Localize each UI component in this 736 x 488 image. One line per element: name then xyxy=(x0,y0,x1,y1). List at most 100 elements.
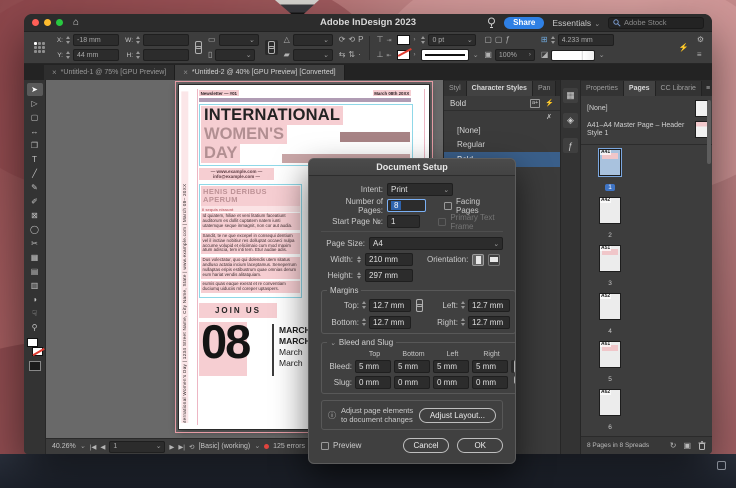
frame-tool[interactable]: ⊠ xyxy=(27,209,43,222)
panel-menu-icon[interactable]: ≡ xyxy=(697,50,702,60)
flip-vertical-icon[interactable]: ⇅ xyxy=(348,50,355,60)
delete-page-icon[interactable] xyxy=(698,441,706,450)
close-button[interactable] xyxy=(32,19,39,26)
width-field[interactable]: 210 mm xyxy=(365,253,413,266)
slug-unlink-icon[interactable] xyxy=(514,376,516,389)
minimize-button[interactable] xyxy=(44,19,51,26)
rotation-angle-field[interactable] xyxy=(293,34,333,46)
stroke-weight-stepper[interactable] xyxy=(421,36,425,44)
gradient-feather-tool[interactable]: ▥ xyxy=(27,279,43,292)
bleed-right-field[interactable]: 5 mm xyxy=(472,360,508,373)
free-transform-tool[interactable]: ▦ xyxy=(27,251,43,264)
margin-top-field[interactable]: 12.7 mm xyxy=(369,299,411,312)
collapse-chevron-icon[interactable] xyxy=(330,338,336,347)
page-item-6[interactable]: A626 xyxy=(597,389,623,434)
style-override-icon[interactable]: a+ xyxy=(530,99,540,108)
color-theme-panel-icon[interactable]: ◈ xyxy=(563,113,578,128)
page-item-5[interactable]: A615 xyxy=(597,341,623,386)
pencil-tool[interactable]: ✐ xyxy=(27,195,43,208)
fill-swatch[interactable] xyxy=(397,35,410,45)
hand-tool[interactable]: ☟ xyxy=(27,307,43,320)
shear-angle-field[interactable] xyxy=(293,49,333,61)
slug-left-field[interactable]: 0 mm xyxy=(433,376,469,389)
margin-top-stepper[interactable] xyxy=(362,301,366,309)
margins-link-icon[interactable] xyxy=(416,299,423,312)
tab-pantone[interactable]: Pan xyxy=(533,81,556,96)
clear-override-icon[interactable]: ✗ xyxy=(546,113,552,121)
margin-bottom-field[interactable]: 12.7 mm xyxy=(369,316,411,329)
paragraph-icon[interactable]: P xyxy=(358,35,363,45)
panel-menu-icon[interactable]: ≡ xyxy=(706,85,710,92)
page-item-3[interactable]: A513 xyxy=(597,245,623,290)
stroke-style-field[interactable] xyxy=(421,49,469,61)
margin-bottom-stepper[interactable] xyxy=(362,318,366,326)
tab-untitled-1[interactable]: ×*Untitled-1 @ 75% [GPU Preview] xyxy=(44,65,175,80)
bleed-bottom-field[interactable]: 5 mm xyxy=(394,360,430,373)
gap-tool[interactable]: ↔ xyxy=(27,125,43,138)
last-page-button[interactable]: ▶| xyxy=(178,443,185,451)
bleed-top-field[interactable]: 5 mm xyxy=(355,360,391,373)
scale-y-field[interactable] xyxy=(215,49,255,61)
start-page-field[interactable]: 1 xyxy=(387,215,420,228)
color-theme-tool[interactable]: ◑ xyxy=(27,293,43,306)
page-transition-icon[interactable]: ↻ xyxy=(670,441,677,450)
effects-panel-icon[interactable]: ƒ xyxy=(563,138,578,153)
share-button[interactable]: Share xyxy=(504,17,544,29)
selection-tool[interactable]: ➤ xyxy=(27,83,43,96)
cc-libraries-panel-icon[interactable]: ▦ xyxy=(563,88,578,103)
headline-frame[interactable]: INTERNATIONAL WOMEN'S DAY xyxy=(199,104,413,166)
opacity-field[interactable]: 100%› xyxy=(495,49,535,61)
page-item-2[interactable]: A422 xyxy=(597,197,623,242)
type-tool[interactable]: T xyxy=(27,153,43,166)
lightning-icon[interactable]: ⚡ xyxy=(545,99,554,107)
direct-selection-tool[interactable]: ▷ xyxy=(27,97,43,110)
master-item-a4[interactable]: A41–A4 Master Page – Header Style 1 xyxy=(587,121,708,138)
constrain-dimensions-icon[interactable] xyxy=(195,41,202,54)
text-column-1[interactable]: HENIS DERIBUS APERUM Il sequis nissunt I… xyxy=(199,184,302,298)
home-icon[interactable]: ⌂ xyxy=(73,18,79,28)
pen-tool[interactable]: ✎ xyxy=(27,181,43,194)
tab-character-styles[interactable]: Character Styles xyxy=(467,81,533,96)
scissors-tool[interactable]: ✂ xyxy=(27,237,43,250)
rotate-ccw-icon[interactable]: ⟲ xyxy=(348,35,355,45)
gear-icon[interactable]: ⚙ xyxy=(697,35,704,45)
close-tab-icon[interactable]: × xyxy=(183,68,188,77)
gap-field[interactable]: 4.233 mm xyxy=(558,34,614,46)
height-stepper[interactable] xyxy=(357,272,361,280)
first-page-button[interactable]: |◀ xyxy=(90,443,97,451)
master-item-none[interactable]: [None] xyxy=(587,100,708,117)
page-number-field[interactable]: 1 xyxy=(109,441,165,453)
slug-top-field[interactable]: 0 mm xyxy=(355,376,391,389)
margin-right-stepper[interactable] xyxy=(461,318,465,326)
screen-mode-button[interactable] xyxy=(29,361,41,371)
next-page-button[interactable]: ▶ xyxy=(169,443,174,451)
preflight-errors[interactable]: 125 errors xyxy=(273,443,305,450)
slug-bottom-field[interactable]: 0 mm xyxy=(394,376,430,389)
stroke-weight-field[interactable]: 0 pt xyxy=(428,34,476,46)
workspace-switcher[interactable]: Essentials xyxy=(552,18,600,28)
prev-page-button[interactable]: ◀ xyxy=(100,443,105,451)
page-tool[interactable]: ▢ xyxy=(27,111,43,124)
learn-bulb-icon[interactable] xyxy=(487,17,496,29)
page-item-4[interactable]: A524 xyxy=(597,293,623,338)
tab-properties[interactable]: Properties xyxy=(581,81,624,96)
rotate-view-icon[interactable]: ⟲ xyxy=(189,443,194,451)
y-field[interactable]: 44 mm xyxy=(73,49,119,61)
adjust-layout-button[interactable]: Adjust Layout... xyxy=(419,408,496,423)
scrollbar[interactable] xyxy=(707,100,711,164)
align-bottom-icon[interactable]: ⊥ xyxy=(376,50,383,60)
bleed-link-icon[interactable] xyxy=(511,360,516,373)
h-field[interactable] xyxy=(143,49,189,61)
zoom-tool[interactable]: ⚲ xyxy=(27,321,43,334)
x-stepper[interactable] xyxy=(66,36,70,44)
content-collector-tool[interactable]: ❐ xyxy=(27,139,43,152)
tab-pages[interactable]: Pages xyxy=(624,81,656,96)
zoom-level[interactable]: 40.26% xyxy=(52,443,76,450)
corner-options-icon[interactable]: ▢ xyxy=(484,35,492,45)
width-stepper[interactable] xyxy=(357,256,361,264)
new-page-icon[interactable]: ▣ xyxy=(683,441,691,450)
slug-right-field[interactable]: 0 mm xyxy=(472,376,508,389)
ellipse-tool[interactable]: ◯ xyxy=(27,223,43,236)
margin-left-stepper[interactable] xyxy=(461,301,465,309)
constrain-scale-link[interactable] xyxy=(265,40,278,55)
